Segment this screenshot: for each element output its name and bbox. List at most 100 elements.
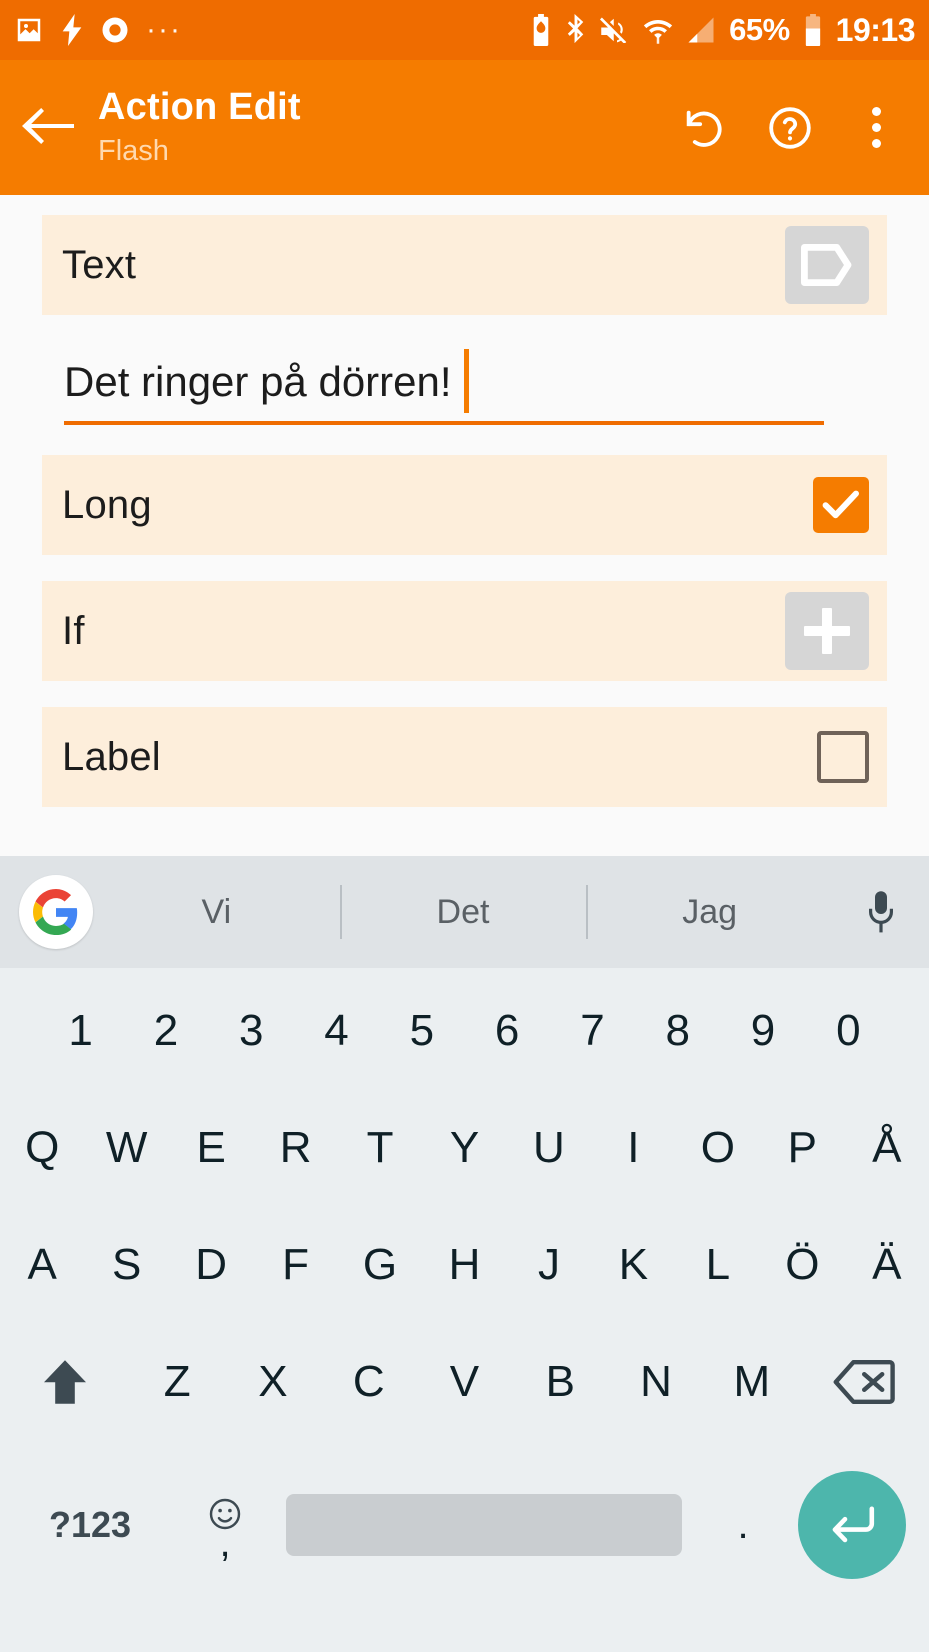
key-8[interactable]: 8 bbox=[635, 1006, 720, 1056]
key-d[interactable]: D bbox=[169, 1240, 253, 1290]
text-input-field[interactable]: Det ringer på dörren! bbox=[64, 341, 824, 425]
check-icon bbox=[822, 490, 859, 519]
key-adiaeresis[interactable]: Ä bbox=[845, 1240, 929, 1290]
keyboard-row-top: Q W E R T Y U I O P Å bbox=[0, 1089, 929, 1206]
battery-saver-icon bbox=[533, 14, 549, 46]
status-bar-left-icons: ··· bbox=[14, 14, 182, 46]
row-text-label: Text bbox=[62, 242, 137, 287]
flash-icon bbox=[62, 14, 82, 46]
suggestion-item[interactable]: Vi bbox=[93, 893, 340, 932]
microphone-icon bbox=[869, 891, 893, 933]
battery-icon bbox=[805, 14, 820, 46]
key-f[interactable]: F bbox=[253, 1240, 337, 1290]
cell-signal-icon bbox=[688, 17, 714, 43]
key-b[interactable]: B bbox=[512, 1357, 608, 1407]
backspace-key[interactable] bbox=[800, 1359, 929, 1405]
key-w[interactable]: W bbox=[84, 1123, 168, 1173]
tag-icon bbox=[801, 244, 852, 286]
key-z[interactable]: Z bbox=[129, 1357, 225, 1407]
row-text[interactable]: Text bbox=[42, 215, 887, 315]
shift-key[interactable] bbox=[0, 1357, 129, 1407]
key-a[interactable]: A bbox=[0, 1240, 84, 1290]
key-4[interactable]: 4 bbox=[294, 1006, 379, 1056]
clock-label: 19:13 bbox=[835, 11, 916, 48]
row-if-label: If bbox=[62, 608, 85, 653]
key-o[interactable]: O bbox=[676, 1123, 760, 1173]
back-button[interactable] bbox=[0, 60, 96, 195]
key-i[interactable]: I bbox=[591, 1123, 675, 1173]
key-7[interactable]: 7 bbox=[550, 1006, 635, 1056]
key-1[interactable]: 1 bbox=[38, 1006, 123, 1056]
phone-screen: ··· 65% 19:13 Action Edit Flash Text Det… bbox=[0, 0, 929, 1652]
period-key[interactable]: . bbox=[688, 1503, 798, 1548]
symbols-key[interactable]: ?123 bbox=[10, 1504, 170, 1546]
key-5[interactable]: 5 bbox=[379, 1006, 464, 1056]
overflow-menu-button[interactable] bbox=[835, 87, 917, 169]
enter-key[interactable] bbox=[798, 1471, 906, 1579]
help-button[interactable] bbox=[749, 87, 831, 169]
status-more-dots-icon: ··· bbox=[146, 13, 182, 46]
key-r[interactable]: R bbox=[253, 1123, 337, 1173]
key-k[interactable]: K bbox=[591, 1240, 675, 1290]
google-logo-icon[interactable] bbox=[19, 875, 93, 949]
mute-icon bbox=[600, 17, 627, 43]
tag-button[interactable] bbox=[785, 226, 869, 304]
key-s[interactable]: S bbox=[84, 1240, 168, 1290]
label-checkbox[interactable] bbox=[817, 731, 869, 783]
key-u[interactable]: U bbox=[507, 1123, 591, 1173]
key-odiaeresis[interactable]: Ö bbox=[760, 1240, 844, 1290]
key-g[interactable]: G bbox=[338, 1240, 422, 1290]
suggestion-bar: Vi Det Jag bbox=[0, 856, 929, 968]
key-h[interactable]: H bbox=[422, 1240, 506, 1290]
page-subtitle: Flash bbox=[98, 135, 169, 167]
keyboard-row-space: ?123 , . bbox=[0, 1440, 929, 1610]
key-9[interactable]: 9 bbox=[720, 1006, 805, 1056]
undo-icon bbox=[686, 110, 722, 147]
row-label-label: Label bbox=[62, 734, 161, 779]
help-circle-icon bbox=[769, 106, 811, 149]
suggestion-item[interactable]: Det bbox=[340, 893, 587, 932]
key-j[interactable]: J bbox=[507, 1240, 591, 1290]
key-0[interactable]: 0 bbox=[806, 1006, 891, 1056]
enter-return-icon bbox=[832, 1506, 875, 1543]
add-condition-button[interactable] bbox=[785, 592, 869, 670]
status-bar: ··· 65% 19:13 bbox=[0, 0, 929, 60]
comma-key-label: , bbox=[219, 1521, 231, 1565]
row-if[interactable]: If bbox=[42, 581, 887, 681]
key-y[interactable]: Y bbox=[422, 1123, 506, 1173]
form-content: Text Det ringer på dörren! Long If Label bbox=[0, 195, 929, 856]
emoji-comma-key[interactable]: , bbox=[170, 1497, 280, 1565]
undo-button[interactable] bbox=[663, 87, 745, 169]
key-2[interactable]: 2 bbox=[123, 1006, 208, 1056]
more-vertical-icon bbox=[871, 107, 881, 148]
key-n[interactable]: N bbox=[608, 1357, 704, 1407]
key-l[interactable]: L bbox=[676, 1240, 760, 1290]
key-q[interactable]: Q bbox=[0, 1123, 84, 1173]
key-aring[interactable]: Å bbox=[845, 1123, 929, 1173]
suggestion-item[interactable]: Jag bbox=[586, 893, 833, 932]
app-bar-titles: Action Edit Flash bbox=[96, 84, 663, 171]
key-c[interactable]: C bbox=[321, 1357, 417, 1407]
row-label[interactable]: Label bbox=[42, 707, 887, 807]
battery-percent-label: 65% bbox=[729, 12, 790, 47]
key-m[interactable]: M bbox=[704, 1357, 800, 1407]
suggestion-list: Vi Det Jag bbox=[93, 856, 833, 968]
backspace-icon bbox=[833, 1359, 896, 1404]
text-caret bbox=[463, 349, 469, 413]
key-e[interactable]: E bbox=[169, 1123, 253, 1173]
key-v[interactable]: V bbox=[417, 1357, 513, 1407]
key-t[interactable]: T bbox=[338, 1123, 422, 1173]
wifi-icon bbox=[643, 20, 673, 44]
key-6[interactable]: 6 bbox=[464, 1006, 549, 1056]
key-x[interactable]: X bbox=[225, 1357, 321, 1407]
text-input-value: Det ringer på dörren! bbox=[64, 358, 452, 405]
app-bar: Action Edit Flash bbox=[0, 60, 929, 195]
long-checkbox[interactable] bbox=[813, 477, 869, 533]
key-3[interactable]: 3 bbox=[209, 1006, 294, 1056]
key-p[interactable]: P bbox=[760, 1123, 844, 1173]
voice-input-button[interactable] bbox=[833, 890, 929, 934]
row-long[interactable]: Long bbox=[42, 455, 887, 555]
space-key[interactable] bbox=[286, 1494, 682, 1556]
arrow-left-icon bbox=[22, 107, 74, 144]
keyboard-row-numbers: 1 2 3 4 5 6 7 8 9 0 bbox=[0, 972, 929, 1089]
